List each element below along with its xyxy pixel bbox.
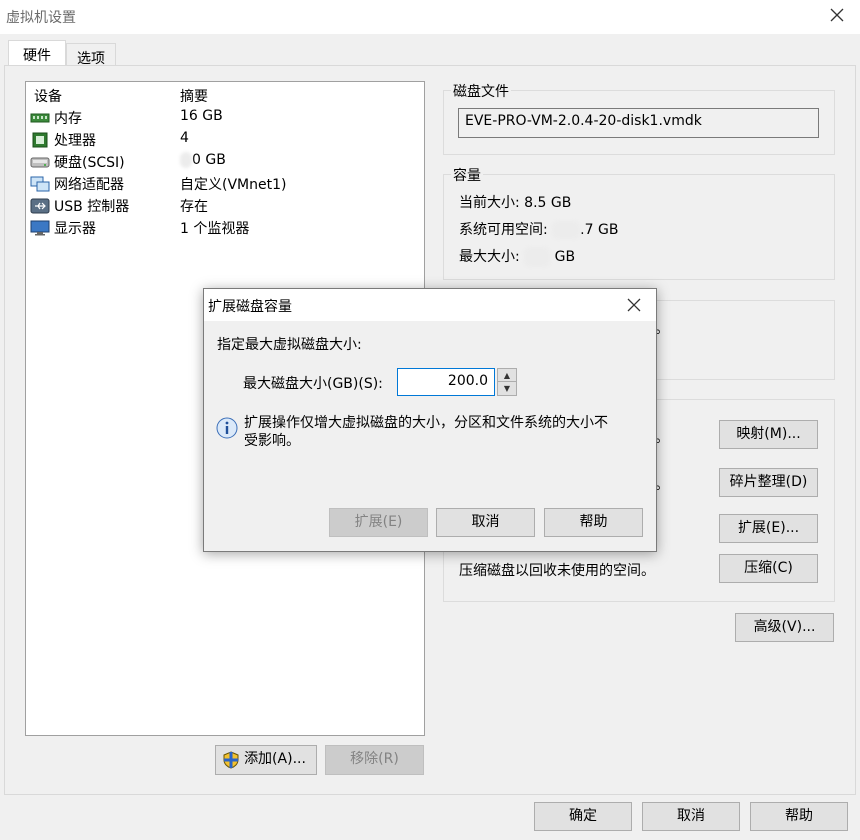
redacted-value [552, 221, 581, 239]
remove-device-button[interactable]: 移除(R) [325, 745, 424, 775]
list-item-memory[interactable]: 内存 16 GB [26, 107, 424, 129]
redacted-value [180, 152, 192, 168]
window-title: 虚拟机设置 [6, 10, 76, 26]
tab-hardware[interactable]: 硬件 [8, 40, 66, 68]
info-icon [216, 417, 238, 439]
memory-icon [30, 113, 50, 123]
max-disk-size-label: 最大磁盘大小(GB)(S): [243, 376, 383, 392]
close-icon[interactable] [826, 4, 848, 26]
add-device-button[interactable]: 添加(A)... [215, 745, 317, 775]
disk-file-field[interactable]: EVE-PRO-VM-2.0.4-20-disk1.vmdk [458, 108, 819, 138]
compact-description: 压缩磁盘以回收未使用的空间。 [459, 563, 655, 579]
free-space-label: 系统可用空间: .7 GB [459, 221, 619, 239]
disk-info-text-fragment: 。 [655, 321, 669, 337]
capacity-group-title: 容量 [451, 165, 483, 185]
info-text-line2: 受影响。 [244, 433, 300, 449]
help-button[interactable]: 帮助 [750, 802, 848, 831]
dialog-expand-button[interactable]: 扩展(E) [329, 508, 428, 537]
monitor-icon [30, 220, 50, 236]
dialog-help-button[interactable]: 帮助 [544, 508, 643, 537]
current-size-label: 当前大小: 8.5 GB [459, 195, 572, 211]
defragment-button[interactable]: 碎片整理(D) [719, 468, 818, 497]
list-item-monitor[interactable]: 显示器 1 个监视器 [26, 217, 424, 239]
info-text-line1: 扩展操作仅增大虚拟磁盘的大小，分区和文件系统的大小不 [244, 415, 608, 431]
expand-button[interactable]: 扩展(E)... [719, 514, 818, 543]
usb-icon [30, 198, 50, 214]
dialog-titlebar: 扩展磁盘容量 [204, 289, 656, 321]
max-disk-size-spinner[interactable]: ▲ ▼ [497, 368, 517, 396]
max-disk-size-input[interactable]: 200.0 [397, 368, 495, 396]
list-item-network-adapter[interactable]: 网络适配器 自定义(VMnet1) [26, 173, 424, 195]
expand-disk-dialog: 扩展磁盘容量 指定最大虚拟磁盘大小: 最大磁盘大小(GB)(S): 200.0 … [203, 288, 657, 552]
dialog-title: 扩展磁盘容量 [208, 299, 292, 315]
max-size-label: 最大大小: GB [459, 247, 576, 267]
ok-button[interactable]: 确定 [534, 802, 632, 831]
list-item-harddisk[interactable]: 硬盘(SCSI) 0 GB [26, 151, 424, 173]
column-header-device: 设备 [34, 89, 62, 105]
compact-button[interactable]: 压缩(C) [719, 554, 818, 583]
list-item-processor[interactable]: 处理器 4 [26, 129, 424, 151]
column-header-summary: 摘要 [180, 89, 208, 105]
spinner-down-icon[interactable]: ▼ [498, 382, 516, 395]
dialog-cancel-button[interactable]: 取消 [436, 508, 535, 537]
dialog-prompt: 指定最大虚拟磁盘大小: [217, 337, 362, 353]
redacted-value [524, 247, 551, 267]
map-button[interactable]: 映射(M)... [719, 420, 818, 449]
disk-file-group-title: 磁盘文件 [451, 81, 511, 101]
defrag-text-fragment: 。 [655, 477, 669, 493]
harddisk-icon [30, 157, 50, 168]
map-text-fragment: 。 [655, 430, 669, 446]
window-titlebar: 虚拟机设置 [0, 0, 860, 34]
list-header: 设备 摘要 [26, 85, 424, 107]
network-adapter-icon [30, 176, 50, 192]
cpu-icon [32, 132, 48, 148]
uac-shield-icon [223, 751, 239, 769]
list-item-usb-controller[interactable]: USB 控制器 存在 [26, 195, 424, 217]
spinner-up-icon[interactable]: ▲ [498, 369, 516, 382]
cancel-button[interactable]: 取消 [642, 802, 740, 831]
advanced-button[interactable]: 高级(V)... [735, 613, 834, 642]
dialog-close-icon[interactable] [624, 295, 644, 315]
